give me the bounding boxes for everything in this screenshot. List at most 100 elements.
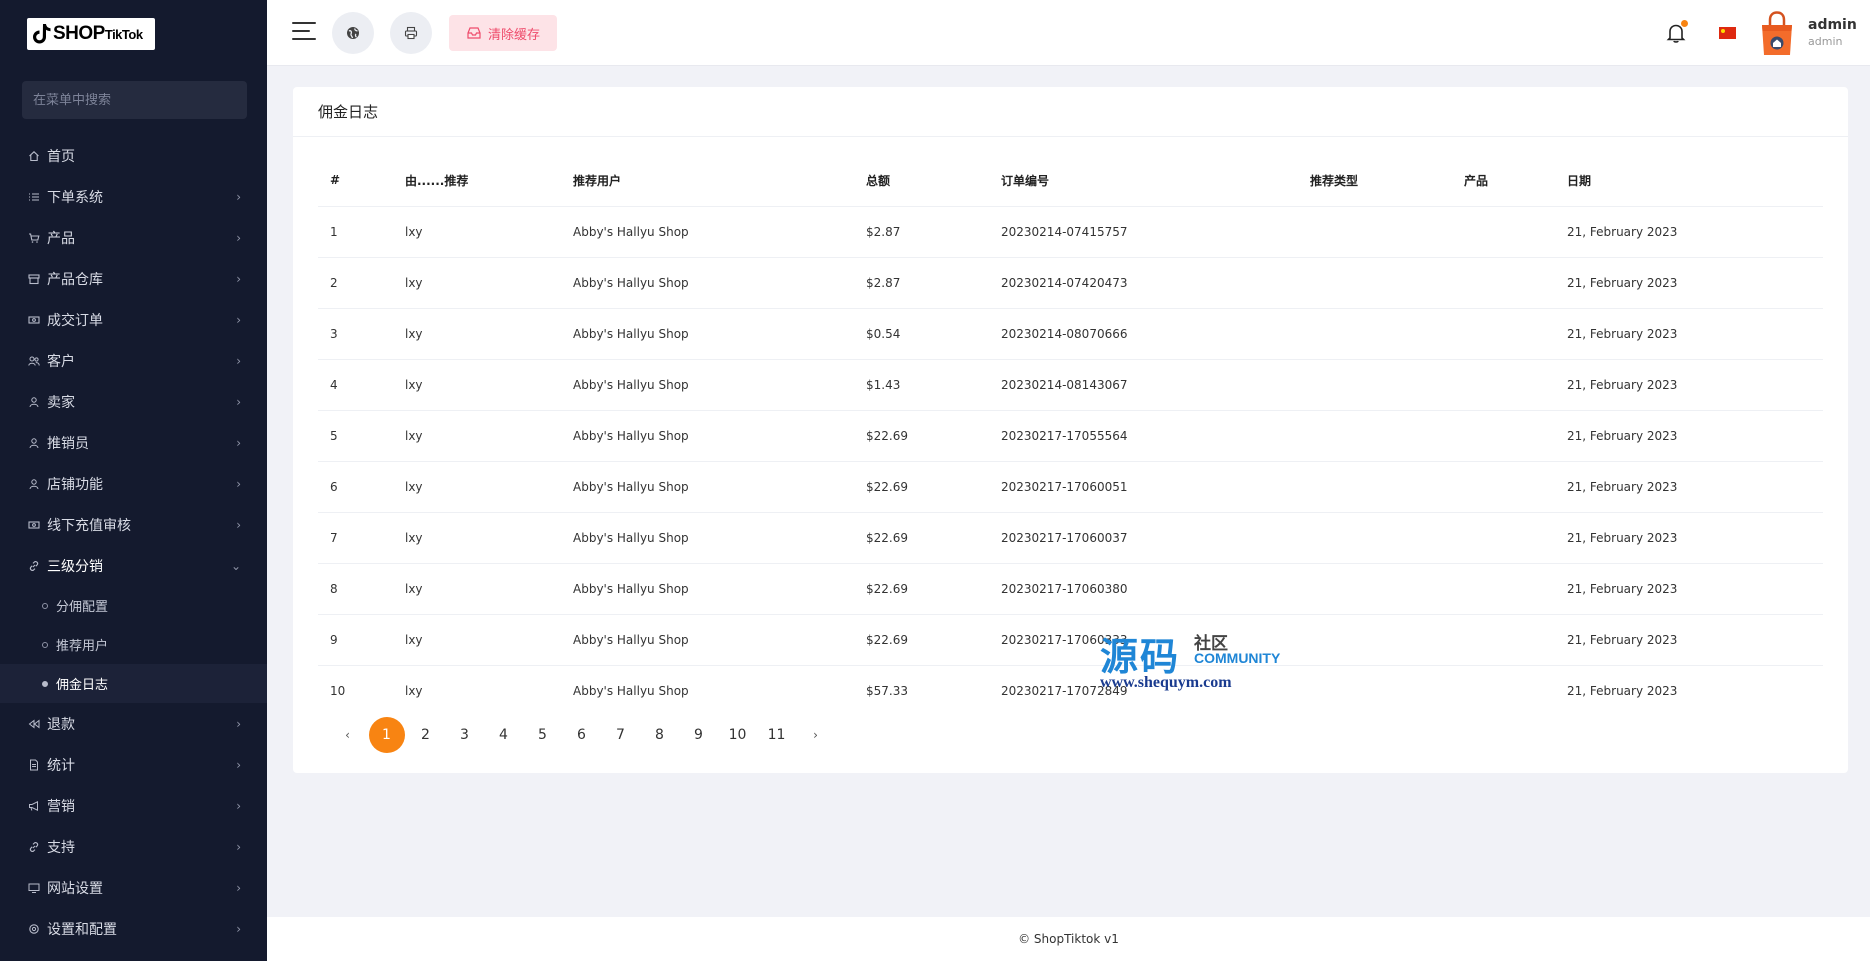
table-cell: $22.69 xyxy=(854,461,989,513)
chevron-right-icon: › xyxy=(236,312,241,327)
pagination-page[interactable]: 7 xyxy=(601,717,640,753)
cart-icon xyxy=(28,232,40,244)
table-cell: 21, February 2023 xyxy=(1555,461,1823,513)
notifications-button[interactable] xyxy=(1666,20,1688,44)
column-header-referrer[interactable]: 由......推荐 xyxy=(393,155,561,207)
table-cell: 21, February 2023 xyxy=(1555,563,1823,615)
clear-cache-button[interactable]: 清除缓存 xyxy=(449,15,558,51)
table-cell xyxy=(1298,461,1452,513)
watermark: 源码 社区 COMMUNITY www.shequym.com xyxy=(1100,626,1300,696)
table-cell: $22.69 xyxy=(854,512,989,564)
sidebar-item-support[interactable]: 支持 › xyxy=(0,826,267,867)
pagination-page[interactable]: 3 xyxy=(445,717,484,753)
avatar[interactable] xyxy=(1760,11,1794,57)
sidebar-item-marketing[interactable]: 营销 › xyxy=(0,785,267,826)
table-cell: 20230214-07415757 xyxy=(989,206,1298,258)
menu-search[interactable] xyxy=(22,81,247,119)
printer-icon xyxy=(404,26,418,40)
table-cell: 7 xyxy=(318,512,393,564)
language-globe-button[interactable] xyxy=(332,12,374,54)
column-header-index[interactable]: # xyxy=(318,155,393,207)
clear-cache-label: 清除缓存 xyxy=(488,27,541,43)
table-cell xyxy=(1298,206,1452,258)
pagination-page[interactable]: 10 xyxy=(718,717,757,753)
watermark-en-text: COMMUNITY xyxy=(1194,650,1281,666)
sidebar-item-refunds[interactable]: 退款 › xyxy=(0,703,267,744)
column-header-referred-user[interactable]: 推荐用户 xyxy=(561,155,854,207)
chevron-right-icon: › xyxy=(236,716,241,731)
sidebar-item-completed-orders[interactable]: 成交订单 › xyxy=(0,299,267,340)
pagination-page[interactable]: 4 xyxy=(484,717,523,753)
table-cell: lxy xyxy=(393,614,561,666)
column-header-amount[interactable]: 总额 xyxy=(854,155,989,207)
table-cell: 20230217-17055564 xyxy=(989,410,1298,462)
sidebar-item-customers[interactable]: 客户 › xyxy=(0,340,267,381)
watermark-main-text: 源码 xyxy=(1100,635,1181,679)
column-header-referral-type[interactable]: 推荐类型 xyxy=(1298,155,1452,207)
table-cell xyxy=(1298,512,1452,564)
table-cell: 6 xyxy=(318,461,393,513)
table-cell: $1.43 xyxy=(854,359,989,411)
sidebar-item-shop-features[interactable]: 店铺功能 › xyxy=(0,463,267,504)
table-cell: Abby's Hallyu Shop xyxy=(561,512,854,564)
table-cell xyxy=(1452,461,1555,513)
sidebar-item-order-system[interactable]: 下单系统 › xyxy=(0,176,267,217)
table-cell: Abby's Hallyu Shop xyxy=(561,563,854,615)
logo[interactable]: SHOPTikTok xyxy=(27,18,155,50)
pagination-page[interactable]: 6 xyxy=(562,717,601,753)
sidebar-subitem-commission-config[interactable]: 分佣配置 xyxy=(0,586,267,625)
table-cell: lxy xyxy=(393,410,561,462)
table-cell: 20230217-17060051 xyxy=(989,461,1298,513)
sidebar-item-product-warehouse[interactable]: 产品仓库 › xyxy=(0,258,267,299)
tiktok-logo-icon xyxy=(33,24,51,44)
sidebar-item-products[interactable]: 产品 › xyxy=(0,217,267,258)
table-cell: 1 xyxy=(318,206,393,258)
bullet-icon xyxy=(42,641,48,648)
column-header-date[interactable]: 日期 xyxy=(1555,155,1823,207)
pagination-page[interactable]: 2 xyxy=(406,717,445,753)
pagination-page[interactable]: 1 xyxy=(368,717,405,753)
sidebar-item-sellers[interactable]: 卖家 › xyxy=(0,381,267,422)
sidebar-subitem-referred-users[interactable]: 推荐用户 xyxy=(0,625,267,664)
sidebar-item-affiliate[interactable]: 三级分销 ⌄ xyxy=(0,545,267,586)
table-cell: 10 xyxy=(330,683,346,698)
gear-icon xyxy=(28,923,40,935)
sidebar-item-home[interactable]: 首页 xyxy=(0,135,267,176)
table-cell: 5 xyxy=(318,410,393,462)
sidebar-subitem-commission-log[interactable]: 佣金日志 xyxy=(0,664,267,703)
user-name[interactable]: admin xyxy=(1808,17,1857,33)
pagination-page[interactable]: 5 xyxy=(523,717,562,753)
table-cell xyxy=(1452,512,1555,564)
pagination-page[interactable]: 9 xyxy=(679,717,718,753)
table-cell: $2.87 xyxy=(854,206,989,258)
table-cell: lxy xyxy=(393,308,561,360)
table-row: 10 lxy Abby's Hallyu Shop $57.33 20230217-17… xyxy=(318,665,1823,716)
sidebar-item-salesmen[interactable]: 推销员 › xyxy=(0,422,267,463)
column-header-product[interactable]: 产品 xyxy=(1452,155,1555,207)
pagination-next[interactable]: › xyxy=(796,717,835,753)
column-header-order-code[interactable]: 订单编号 xyxy=(989,155,1298,207)
sidebar-item-website-settings[interactable]: 网站设置 › xyxy=(0,867,267,908)
sidebar-item-statistics[interactable]: 统计 › xyxy=(0,744,267,785)
table-cell: Abby's Hallyu Shop xyxy=(561,410,854,462)
sidebar-item-settings-config[interactable]: 设置和配置 › xyxy=(0,908,267,949)
table-cell: 20230217-17060380 xyxy=(989,563,1298,615)
pagination-page[interactable]: 8 xyxy=(640,717,679,753)
table-row: 3 lxy Abby's Hallyu Shop $0.54 20230214-0807… xyxy=(318,308,1823,360)
table-row: 9 lxy Abby's Hallyu Shop $22.69 20230217-170… xyxy=(318,614,1823,666)
sidebar: SHOPTikTok 首页 下单系统 › 产品 › xyxy=(0,0,267,961)
menu-search-input[interactable] xyxy=(33,92,247,108)
shopping-bag-avatar-icon xyxy=(1762,11,1792,55)
print-button[interactable] xyxy=(390,12,432,54)
pagination-prev[interactable]: ‹ xyxy=(328,717,367,753)
sidebar-item-label: 统计 xyxy=(47,757,75,774)
table-cell: Abby's Hallyu Shop xyxy=(561,359,854,411)
menu-toggle-icon[interactable] xyxy=(292,22,316,44)
sidebar-item-offline-recharge[interactable]: 线下充值审核 › xyxy=(0,504,267,545)
china-flag-icon[interactable] xyxy=(1719,27,1736,39)
table-cell xyxy=(1452,257,1555,309)
chevron-right-icon: › xyxy=(236,517,241,532)
logo-text: SHOPTikTok xyxy=(53,23,143,44)
table-cell: 20230214-07420473 xyxy=(989,257,1298,309)
pagination-page[interactable]: 11 xyxy=(757,717,796,753)
